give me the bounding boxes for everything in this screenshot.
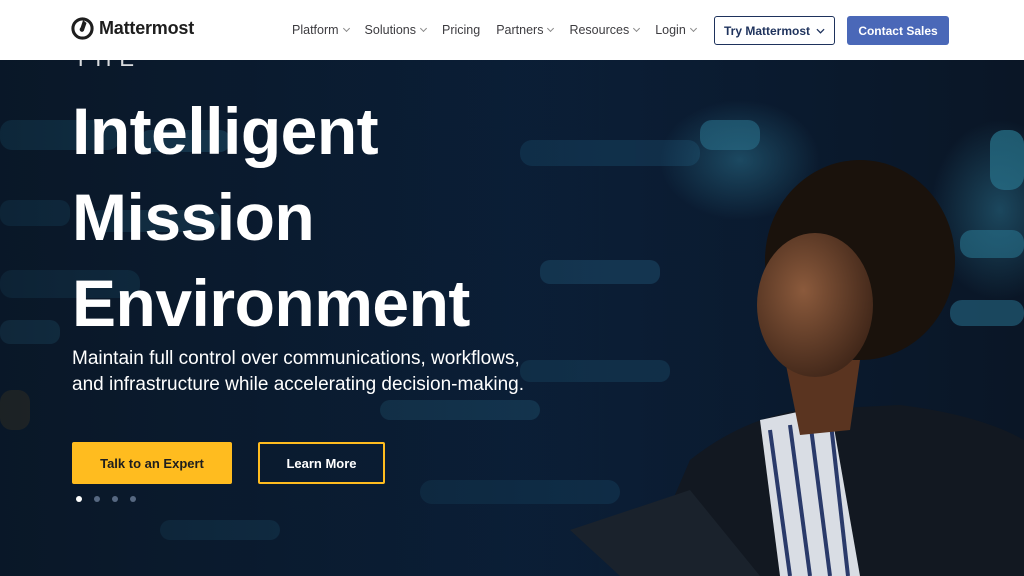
chevron-down-icon (342, 24, 350, 33)
nav-item-partners[interactable]: Partners (496, 23, 555, 37)
chevron-down-icon (419, 24, 428, 33)
chevron-down-icon (547, 24, 555, 33)
nav-label: Pricing (441, 23, 481, 37)
hero-section: THE Intelligent Mission Environment Main… (0, 60, 1024, 576)
learn-more-button[interactable]: Learn More (258, 442, 385, 484)
chevron-down-icon (633, 24, 641, 33)
nav-item-resources[interactable]: Resources (569, 23, 641, 37)
try-mattermost-label: Try Mattermost (723, 23, 811, 38)
nav-item-platform[interactable]: Platform (292, 23, 350, 37)
nav-item-solutions[interactable]: Solutions (364, 23, 428, 37)
site-header: Mattermost Platform Solutions Pricing Pa… (0, 0, 1024, 60)
nav-item-pricing[interactable]: Pricing (442, 23, 480, 37)
carousel-dot[interactable] (130, 496, 136, 502)
talk-to-expert-button[interactable]: Talk to an Expert (72, 442, 232, 484)
nav-label: Resources (569, 23, 630, 37)
try-mattermost-button[interactable]: Try Mattermost (714, 16, 835, 45)
chevron-down-icon (816, 28, 825, 34)
hero-subtext: Maintain full control over communication… (72, 348, 525, 395)
chevron-down-icon (689, 24, 697, 33)
headline-line: Mission (72, 180, 315, 254)
brand-logo[interactable]: Mattermost (71, 17, 194, 40)
talk-to-expert-label: Talk to an Expert (100, 455, 204, 471)
carousel-dot[interactable] (94, 496, 100, 502)
carousel-dot[interactable] (112, 496, 118, 502)
contact-sales-label: Contact Sales (858, 23, 938, 38)
nav-item-login[interactable]: Login (655, 23, 697, 37)
main-nav: Platform Solutions Pricing Partners Reso… (292, 0, 697, 60)
nav-label: Platform (292, 23, 339, 37)
headline-line: Intelligent (72, 94, 379, 168)
carousel-dot[interactable] (76, 496, 82, 502)
nav-label: Login (655, 23, 686, 37)
mattermost-logo-icon (71, 17, 94, 40)
hero-headline: Intelligent Mission Environment (72, 88, 592, 346)
hero-eyebrow: THE (74, 60, 142, 72)
headline-line: Environment (72, 266, 470, 340)
learn-more-label: Learn More (286, 455, 357, 471)
nav-label: Partners (496, 23, 544, 37)
carousel-indicators (76, 496, 148, 502)
contact-sales-button[interactable]: Contact Sales (847, 16, 949, 45)
nav-label: Solutions (364, 23, 416, 37)
brand-name: Mattermost (99, 18, 195, 38)
